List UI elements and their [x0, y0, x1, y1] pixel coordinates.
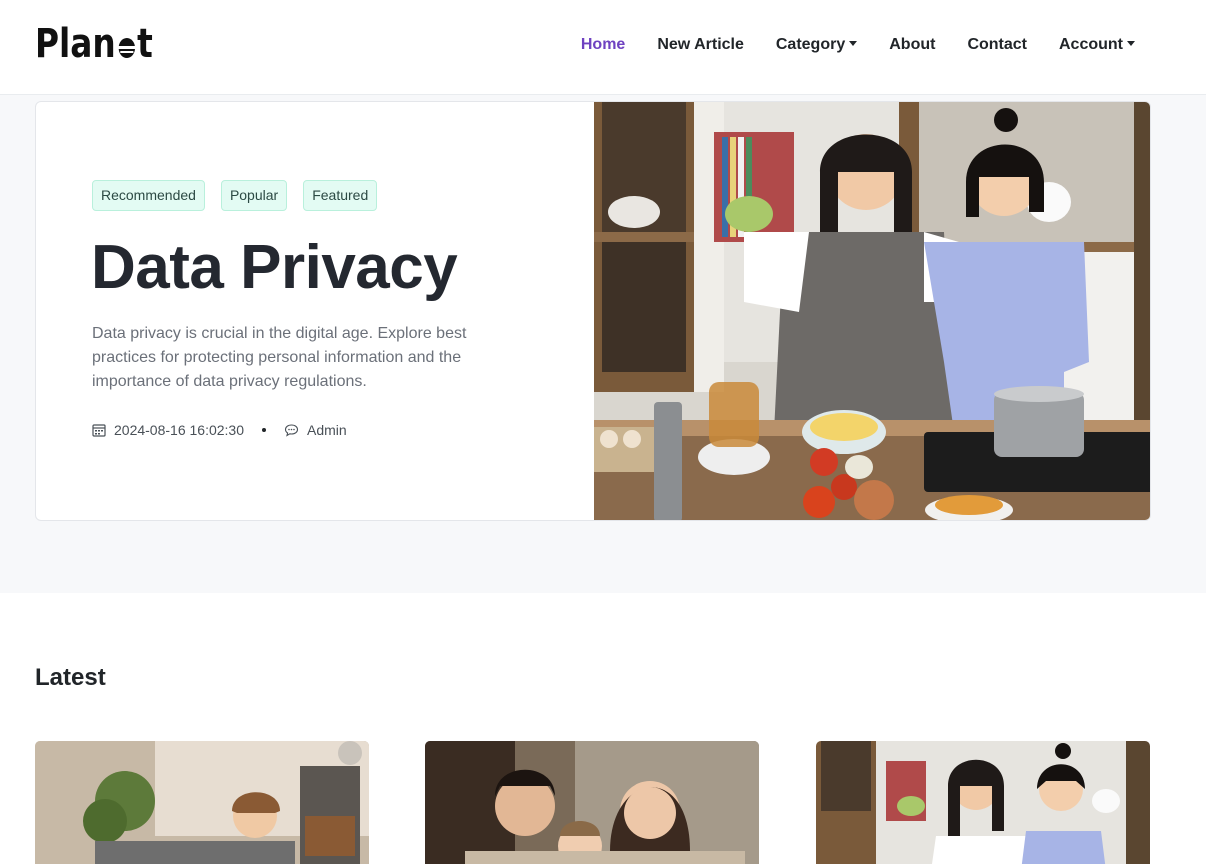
logo-planet-icon	[116, 24, 137, 58]
caret-down-icon	[1127, 41, 1135, 46]
kitchen-cooking-photo[interactable]	[594, 102, 1150, 520]
featured-article-description: Data privacy is crucial in the digital a…	[92, 325, 467, 390]
logo-text-end: t	[137, 21, 153, 67]
nav-about[interactable]: About	[889, 36, 935, 54]
article-meta: 2024-08-16 16:02:30 Admin	[92, 422, 347, 438]
featured-article-title[interactable]: Data Privacy	[91, 232, 458, 303]
logo-text-start: Plan	[35, 21, 116, 67]
nav-new-article[interactable]: New Article	[657, 36, 744, 54]
calendar-icon	[92, 424, 106, 437]
article-author[interactable]: Admin	[307, 422, 347, 438]
latest-card-image-2[interactable]	[425, 741, 759, 864]
nav-category-dropdown[interactable]: Category	[776, 36, 858, 54]
nav-account-dropdown[interactable]: Account	[1059, 36, 1135, 54]
caret-down-icon	[849, 41, 858, 46]
nav-home[interactable]: Home	[581, 36, 625, 54]
site-logo[interactable]: Plan t	[35, 22, 179, 66]
article-date: 2024-08-16 16:02:30	[114, 422, 244, 438]
featured-article-content: Recommended Popular Featured Data Privac…	[36, 102, 594, 520]
main-nav: Home New Article Category About Contact …	[581, 0, 1206, 90]
tag-featured[interactable]: Featured	[303, 180, 378, 211]
comment-icon	[284, 424, 299, 437]
tag-list: Recommended Popular Featured	[92, 180, 393, 211]
featured-article-card[interactable]: Recommended Popular Featured Data Privac…	[35, 101, 1151, 521]
latest-section-title: Latest	[35, 664, 106, 691]
tag-recommended[interactable]: Recommended	[92, 180, 205, 211]
latest-card-image-1[interactable]	[35, 741, 369, 864]
latest-card-image-3[interactable]	[816, 741, 1150, 864]
separator-dot	[262, 428, 266, 432]
nav-contact[interactable]: Contact	[967, 36, 1027, 54]
tag-popular[interactable]: Popular	[220, 180, 288, 211]
navbar: Plan t Home New Article Category About Co…	[0, 0, 1206, 95]
